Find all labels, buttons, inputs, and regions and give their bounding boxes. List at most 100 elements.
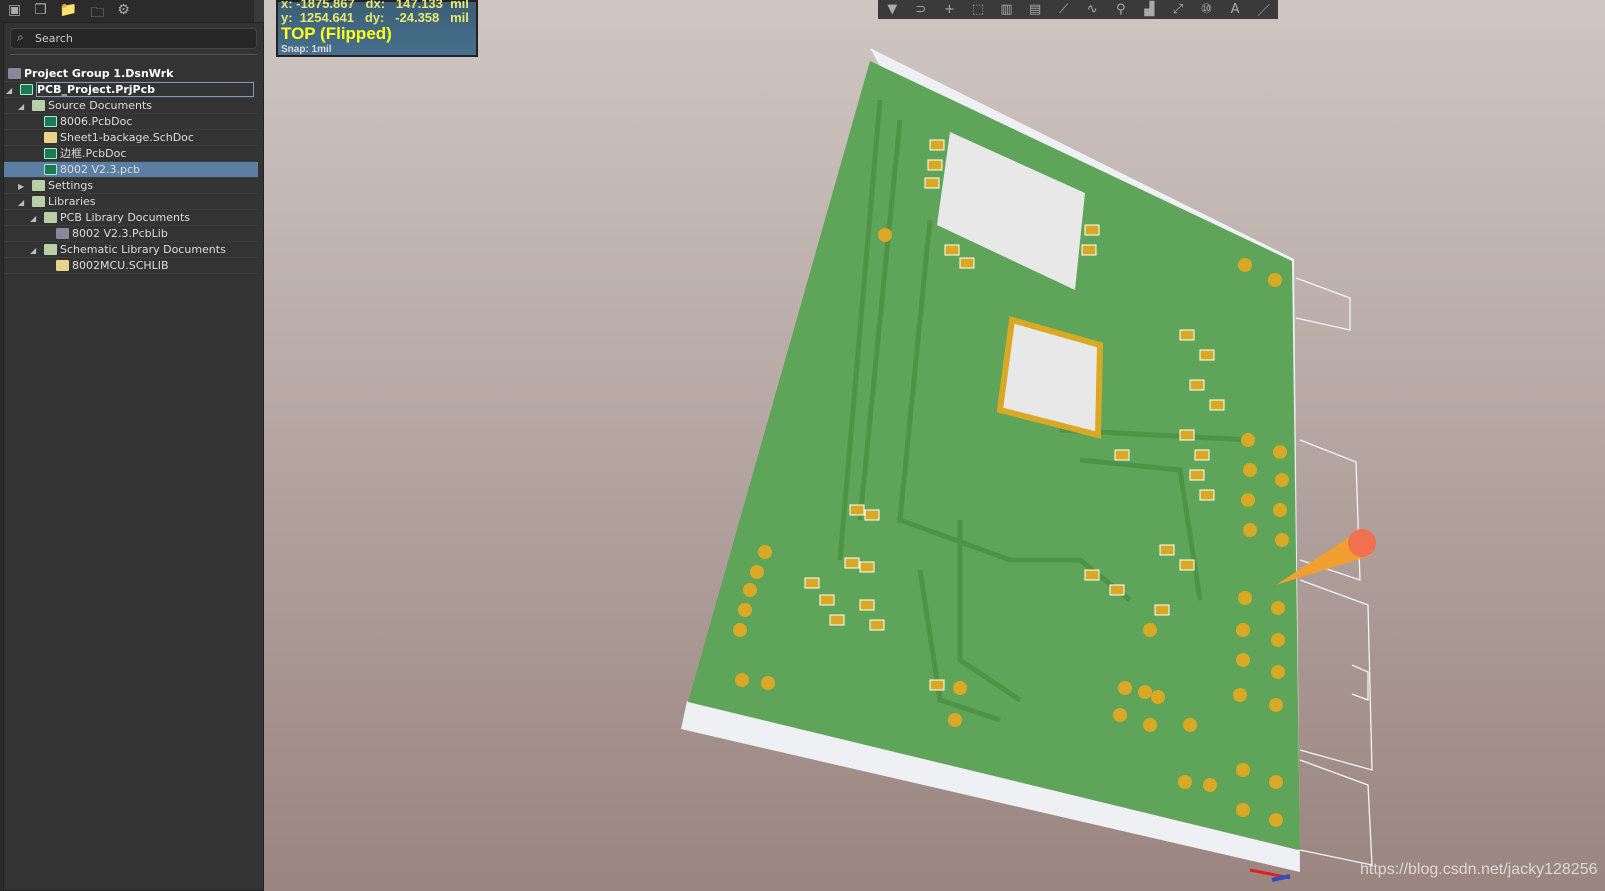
pad (733, 623, 747, 637)
tree-item[interactable]: ▶ Settings (4, 178, 258, 194)
smd-pad (844, 557, 860, 569)
pad (1236, 763, 1250, 777)
smd-pad (1199, 349, 1215, 361)
pad (1243, 523, 1257, 537)
pad (738, 603, 752, 617)
sch-icon (56, 260, 69, 271)
tree-item[interactable]: Sheet1-backage.SchDoc (4, 130, 258, 146)
magnet-icon[interactable]: ⊃ (910, 2, 932, 17)
pad (1203, 778, 1217, 792)
smd-pad (929, 139, 945, 151)
collapse-icon[interactable]: ◢ (30, 211, 36, 226)
filter-icon[interactable]: ▼ (881, 2, 903, 17)
tree-item[interactable]: 8002 V2.3.pcb (4, 162, 258, 178)
tree-item[interactable]: ◢ PCB Library Documents (4, 210, 258, 226)
pad (1118, 681, 1132, 695)
smd-pad (924, 177, 940, 189)
tree-item-label: Settings (48, 179, 94, 192)
tree-item-label: Project Group 1.DsnWrk (24, 67, 174, 80)
pad (1233, 688, 1247, 702)
collapse-icon[interactable]: ◢ (30, 243, 36, 258)
tree-item-label: 8002 V2.3.PcbLib (72, 227, 168, 240)
smd-pad (819, 594, 835, 606)
tree-item[interactable]: ◢ Schematic Library Documents (4, 242, 258, 258)
tree-item-label: Libraries (48, 195, 96, 208)
pad (878, 228, 892, 242)
tree-item-label: Source Documents (48, 99, 152, 112)
snap-value: Snap: 1mil (281, 44, 332, 55)
active-bar: ▼ ⊃ + ⬚ ▥ ▤ ⟋ ∿ ⚲ ▟ ⤢ ⑩ A ／ (878, 0, 1278, 19)
tree-item-label: 8002MCU.SCHLIB (72, 259, 169, 272)
smd-pad (1179, 559, 1195, 571)
watermark: https://blog.csdn.net/jacky128256 (1360, 861, 1598, 878)
pad (1271, 665, 1285, 679)
pcb-icon (44, 164, 57, 175)
pad (1275, 473, 1289, 487)
collapse-icon[interactable]: ◢ (18, 99, 24, 114)
tree-item[interactable]: ◢ PCB_Project.PrjPcb (4, 82, 258, 98)
pad (1269, 813, 1283, 827)
folder-icon (44, 244, 57, 255)
pad (735, 673, 749, 687)
pad (1143, 718, 1157, 732)
draw-line-icon[interactable]: ／ (1253, 0, 1275, 19)
current-layer: TOP (Flipped) (281, 24, 392, 43)
pad (1241, 493, 1255, 507)
via-icon[interactable]: ⚲ (1110, 2, 1132, 17)
smd-pad (927, 159, 943, 171)
smd-pad (1179, 329, 1195, 341)
tree-item[interactable]: 边框.PcbDoc (4, 146, 258, 162)
tree-item-label: PCB Library Documents (60, 211, 191, 224)
select-rect-icon[interactable]: ⬚ (967, 2, 989, 17)
collapse-icon[interactable]: ◢ (6, 83, 12, 98)
chart-icon[interactable]: ▥ (996, 2, 1018, 17)
tree-item[interactable]: ◢ Source Documents (4, 98, 258, 114)
line-icon[interactable]: ⤢ (1167, 2, 1189, 17)
collapse-icon[interactable]: ◢ (18, 195, 24, 210)
pad (1271, 633, 1285, 647)
tree-item[interactable]: ◢ Libraries (4, 194, 258, 210)
pad (1269, 775, 1283, 789)
folder-icon (32, 180, 45, 191)
pad (1241, 433, 1255, 447)
pcb-3d-view[interactable] (274, 0, 1605, 891)
cross-icon[interactable]: + (938, 2, 960, 17)
tree-item[interactable]: 8002 V2.3.PcbLib (4, 226, 258, 242)
smd-pad (1159, 544, 1175, 556)
tree-item[interactable]: 8002MCU.SCHLIB (4, 258, 258, 274)
pcb-icon (20, 84, 33, 95)
tree-item-label: 8006.PcbDoc (60, 115, 133, 128)
search-input[interactable]: ⌕ Search (10, 28, 257, 49)
axis-gizmo (1249, 868, 1291, 882)
pad (1273, 503, 1287, 517)
smd-pad (1081, 244, 1097, 256)
tree-item[interactable]: Project Group 1.DsnWrk (4, 66, 258, 82)
smd-pad (864, 509, 880, 521)
component-icon[interactable]: ▤ (1024, 2, 1046, 17)
smd-pad (1194, 449, 1210, 461)
diff-pair-icon[interactable]: ∿ (1081, 2, 1103, 17)
pad (1138, 685, 1152, 699)
text-icon[interactable]: A (1224, 2, 1246, 17)
folder-icon (32, 196, 45, 207)
tree-item[interactable]: 8006.PcbDoc (4, 114, 258, 130)
smd-pad (859, 561, 875, 573)
string-icon[interactable]: ⑩ (1195, 2, 1217, 17)
route-icon[interactable]: ⟋ (1053, 2, 1075, 17)
divider (10, 54, 257, 55)
pad (1269, 698, 1283, 712)
tree-item-label: Sheet1-backage.SchDoc (60, 131, 194, 144)
pad (948, 713, 962, 727)
tree-item-label: PCB_Project.PrjPcb (36, 82, 254, 97)
folder-icon (44, 212, 57, 223)
smd-pad (1179, 429, 1195, 441)
pad (1275, 533, 1289, 547)
pad (1238, 591, 1252, 605)
lib-icon (56, 228, 69, 239)
polygon-icon[interactable]: ▟ (1138, 2, 1160, 17)
pad (743, 583, 757, 597)
expand-icon[interactable]: ▶ (18, 179, 24, 194)
pad (1238, 258, 1252, 272)
pad (1151, 690, 1165, 704)
smd-pad (929, 679, 945, 691)
